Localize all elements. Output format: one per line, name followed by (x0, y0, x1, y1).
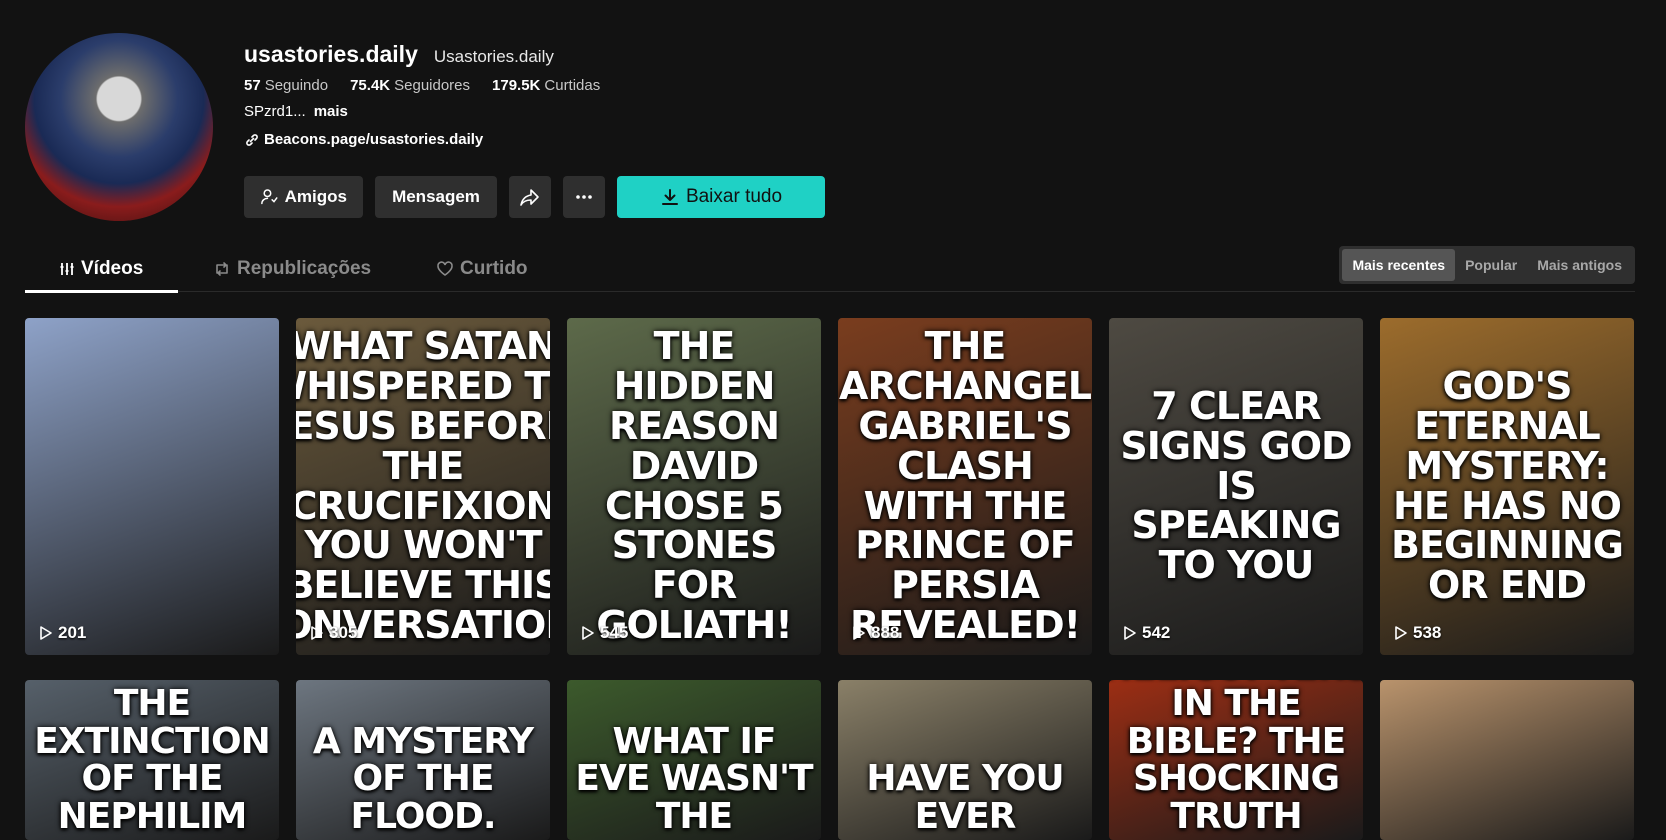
sort-recent[interactable]: Mais recentes (1342, 249, 1456, 281)
nickname: Usastories.daily (433, 47, 554, 66)
video-title (1388, 680, 1626, 840)
tab-reposts[interactable]: Republicações (213, 246, 371, 292)
bio-text: SPzrd1... (244, 103, 306, 120)
tab-liked-label: Curtido (460, 258, 528, 279)
video-card[interactable]: HELICOPTERS IN THE BIBLE? THE SHOCKING T… (1109, 680, 1363, 840)
download-icon (661, 189, 678, 205)
video-title: Have You Ever (866, 758, 1064, 838)
play-icon (582, 626, 594, 640)
view-count: 201 (39, 623, 86, 643)
link-icon (246, 133, 258, 146)
profile-header: usastories.daily Usastories.daily 57 Segu… (25, 33, 1625, 223)
play-icon (311, 626, 323, 640)
view-count-value: 888 (871, 623, 900, 642)
video-title (33, 318, 271, 655)
video-card[interactable]: THE EXTINCTION OF THE NEPHILIM (25, 680, 279, 840)
share-icon (520, 189, 539, 206)
sort-popular[interactable]: Popular (1455, 249, 1527, 281)
active-tab-indicator (25, 290, 178, 293)
avatar[interactable] (25, 33, 213, 221)
tab-videos-label: Vídeos (81, 258, 144, 279)
friends-label: Amigos (284, 187, 347, 206)
download-all-label: Baixar tudo (685, 186, 783, 207)
bio-more-link[interactable]: mais (314, 103, 348, 120)
video-title: WHAT SATAN WHISPERED TO JESUS BEFORE THE… (296, 323, 550, 648)
video-title: THE ARCHANGEL GABRIEL'S CLASH WITH THE P… (839, 323, 1092, 648)
tab-liked[interactable]: Curtido (436, 246, 528, 292)
play-icon (1395, 626, 1407, 640)
stat-likes: 179.5K Curtidas (492, 77, 601, 94)
profile-stats: 57 Seguindo 75.4K Seguidores 179.5K Curtida… (244, 77, 600, 94)
bio: SPzrd1... mais (244, 103, 600, 120)
download-all-button[interactable]: Baixar tudo (617, 176, 825, 218)
tab-videos[interactable]: Vídeos (59, 246, 143, 292)
video-card[interactable]: WHAT SATAN WHISPERED TO JESUS BEFORE THE… (296, 318, 550, 655)
view-count: 538 (1394, 623, 1441, 643)
video-card[interactable]: What if Eve wasn't the (567, 680, 821, 840)
video-card[interactable]: THE HIDDEN REASON DAVID CHOSE 5 STONES F… (567, 318, 821, 655)
video-card[interactable]: THE ARCHANGEL GABRIEL'S CLASH WITH THE P… (838, 318, 1092, 655)
video-card[interactable]: 201 (25, 318, 279, 655)
username: usastories.daily (244, 41, 418, 67)
friends-button[interactable]: Amigos (244, 176, 363, 218)
view-count: 542 (1123, 623, 1170, 643)
video-title: HELICOPTERS IN THE BIBLE? THE SHOCKING T… (1109, 680, 1363, 838)
stat-followers[interactable]: 75.4K Seguidores (350, 77, 470, 94)
share-button[interactable] (509, 176, 551, 218)
video-title: THE HIDDEN REASON DAVID CHOSE 5 STONES F… (596, 323, 792, 648)
video-card[interactable]: A MYSTERY OF THE FLOOD. (296, 680, 550, 840)
profile-link[interactable]: Beacons.page/usastories.daily (244, 131, 600, 148)
view-count-value: 201 (58, 623, 87, 642)
video-card[interactable] (1380, 680, 1634, 840)
repost-icon (216, 262, 228, 276)
view-count-value: 538 (1413, 623, 1442, 642)
message-label: Mensagem (392, 187, 480, 206)
sort-oldest[interactable]: Mais antigos (1527, 249, 1632, 281)
grid-icon (60, 263, 74, 275)
profile-actions: Amigos Mensagem Baixar tudo (244, 176, 825, 218)
play-icon (1124, 626, 1136, 640)
profile-info: usastories.daily Usastories.daily 57 Segu… (244, 41, 600, 148)
view-count-value: 545 (600, 623, 629, 642)
profile-tabs: Vídeos Republicações Curtido Mais recent… (25, 246, 1635, 293)
video-card[interactable]: 7 CLEAR SIGNS GOD IS SPEAKING TO YOU 542 (1109, 318, 1363, 655)
stat-following[interactable]: 57 Seguindo (244, 77, 328, 94)
ellipsis-icon (576, 195, 592, 199)
tab-reposts-label: Republicações (237, 258, 372, 279)
view-count: 888 (852, 623, 899, 643)
play-icon (40, 626, 52, 640)
video-title: A MYSTERY OF THE FLOOD. (312, 720, 534, 838)
video-title: 7 CLEAR SIGNS GOD IS SPEAKING TO YOU (1120, 383, 1352, 588)
view-count: 305 (310, 623, 357, 643)
video-title: THE EXTINCTION OF THE NEPHILIM (34, 682, 271, 838)
video-card[interactable]: GOD'S ETERNAL MYSTERY: HE HAS NO BEGINNI… (1380, 318, 1634, 655)
view-count-value: 305 (329, 623, 358, 642)
video-title: What if Eve wasn't the (575, 720, 813, 838)
view-count-value: 542 (1142, 623, 1171, 642)
sort-selector: Mais recentes Popular Mais antigos (1339, 246, 1635, 284)
video-card[interactable]: Have You Ever (838, 680, 1092, 840)
heart-icon (437, 261, 453, 276)
more-options-button[interactable] (563, 176, 605, 218)
message-button[interactable]: Mensagem (375, 176, 497, 218)
view-count: 545 (581, 623, 628, 643)
profile-link-text: Beacons.page/usastories.daily (264, 131, 484, 148)
video-title: GOD'S ETERNAL MYSTERY: HE HAS NO BEGINNI… (1391, 363, 1624, 608)
user-icon (261, 189, 278, 205)
play-icon (853, 626, 865, 640)
